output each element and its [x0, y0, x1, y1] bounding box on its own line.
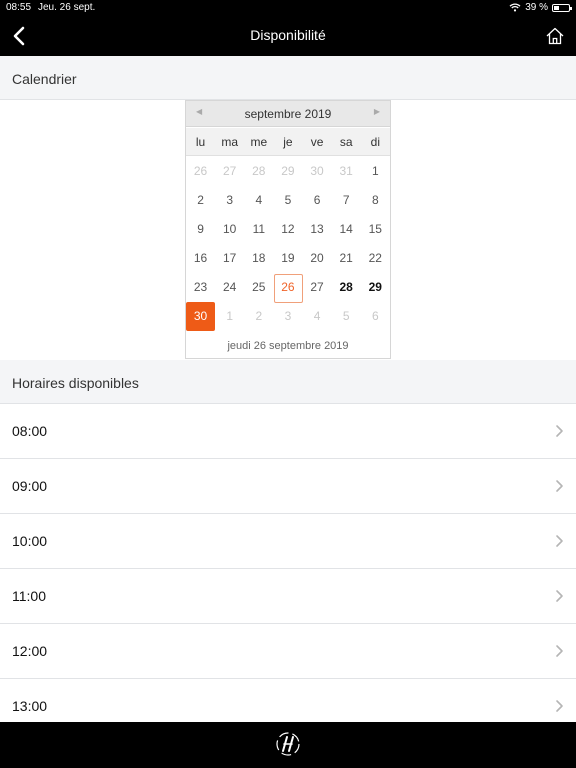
calendar-day[interactable]: 23	[186, 273, 215, 302]
calendar-day[interactable]: 14	[332, 215, 361, 244]
time-slot-row[interactable]: 08:00	[0, 404, 576, 459]
calendar-day[interactable]: 24	[215, 273, 244, 302]
calendar-day[interactable]: 22	[361, 244, 390, 273]
chevron-right-icon	[556, 425, 563, 437]
calendar-day[interactable]: 31	[332, 157, 361, 186]
chevron-right-icon	[556, 480, 563, 492]
calendar-day[interactable]: 29	[273, 157, 302, 186]
calendar-week-row: 2345678	[186, 186, 390, 215]
calendar-day[interactable]: 28	[244, 157, 273, 186]
calendar-day[interactable]: 6	[361, 302, 390, 331]
calendar-day[interactable]: 18	[244, 244, 273, 273]
calendar-day[interactable]: 3	[273, 302, 302, 331]
calendar-day[interactable]: 2	[186, 186, 215, 215]
calendar-day[interactable]: 27	[215, 157, 244, 186]
status-bar: 08:55 Jeu. 26 sept. 39 %	[0, 0, 576, 16]
brand-logo-icon	[276, 732, 300, 756]
chevron-right-icon	[556, 535, 563, 547]
calendar-day[interactable]: 5	[273, 186, 302, 215]
weekday-header: lu ma me je ve sa di	[186, 128, 390, 156]
calendar-day[interactable]: 4	[244, 186, 273, 215]
time-slot-label: 08:00	[12, 423, 48, 439]
weekday-label: lu	[195, 135, 206, 149]
battery-percent: 39 %	[525, 2, 548, 13]
calendar-day[interactable]: 16	[186, 244, 215, 273]
calendar-day[interactable]: 7	[332, 186, 361, 215]
calendar-day[interactable]: 6	[303, 186, 332, 215]
time-slot-label: 12:00	[12, 643, 48, 659]
calendar-day[interactable]: 9	[186, 215, 215, 244]
weekday-label: di	[370, 135, 380, 149]
status-date: Jeu. 26 sept.	[38, 2, 96, 13]
calendar-week-row: 30 1 2 3 4 5 6	[186, 302, 390, 331]
weekday-label: me	[250, 135, 268, 149]
page-title: Disponibilité	[250, 27, 326, 43]
calendar-widget: ◀ septembre 2019 ▶ lu ma me je ve sa di 26 27 28…	[185, 100, 391, 359]
time-slot-label: 09:00	[12, 478, 48, 494]
bottom-bar	[0, 722, 576, 768]
calendar-header: ◀ septembre 2019 ▶	[186, 101, 390, 127]
home-icon[interactable]	[544, 25, 566, 47]
calendar-day[interactable]: 2	[244, 302, 273, 331]
chevron-right-icon	[556, 590, 563, 602]
calendar-day[interactable]: 29	[361, 273, 390, 302]
time-slot-row[interactable]: 09:00	[0, 459, 576, 514]
weekday-label: ve	[310, 135, 324, 149]
weekday-label: sa	[339, 135, 353, 149]
status-indicators: 39 %	[509, 2, 572, 13]
calendar-day[interactable]: 4	[303, 302, 332, 331]
time-slot-row[interactable]: 11:00	[0, 569, 576, 624]
calendar-day[interactable]: 19	[273, 244, 302, 273]
calendar-month-label: septembre 2019	[244, 107, 332, 121]
calendar-day[interactable]: 10	[215, 215, 244, 244]
calendar-week-row: 9 10 11 12 13 14 15	[186, 215, 390, 244]
chevron-right-icon	[556, 700, 563, 712]
calendar-day[interactable]: 25	[244, 273, 273, 302]
navigation-bar: Disponibilité	[0, 16, 576, 56]
calendar-day-today[interactable]: 26	[273, 273, 304, 303]
calendar-day[interactable]: 1	[215, 302, 244, 331]
calendar-day[interactable]: 28	[332, 273, 361, 302]
calendar-day[interactable]: 27	[303, 273, 332, 302]
time-slot-label: 10:00	[12, 533, 48, 549]
calendar-day[interactable]: 21	[332, 244, 361, 273]
time-slot-row[interactable]: 12:00	[0, 624, 576, 679]
wifi-icon	[509, 3, 521, 12]
time-slot-label: 13:00	[12, 698, 48, 714]
weekday-label: je	[283, 135, 293, 149]
calendar-area: ◀ septembre 2019 ▶ lu ma me je ve sa di 26 27 28…	[0, 100, 576, 360]
weekday-label: ma	[221, 135, 239, 149]
slots-section-header: Horaires disponibles	[0, 360, 576, 404]
time-slot-label: 11:00	[12, 588, 46, 604]
calendar-day[interactable]: 1	[361, 157, 390, 186]
slots-section-title: Horaires disponibles	[12, 375, 139, 391]
calendar-day[interactable]: 11	[244, 215, 273, 244]
calendar-section-header: Calendrier	[0, 56, 576, 100]
calendar-day[interactable]: 12	[273, 215, 302, 244]
calendar-week-row: 26 27 28 29 30 31 1	[186, 157, 390, 186]
calendar-day[interactable]: 13	[303, 215, 332, 244]
calendar-week-row: 16 17 18 19 20 21 22	[186, 244, 390, 273]
calendar-section-title: Calendrier	[12, 71, 77, 87]
battery-icon	[552, 3, 572, 12]
calendar-week-row: 23 24 25 26 27 28 29	[186, 273, 390, 303]
calendar-day[interactable]: 8	[361, 186, 390, 215]
time-slot-row[interactable]: 10:00	[0, 514, 576, 569]
calendar-day[interactable]: 3	[215, 186, 244, 215]
calendar-day[interactable]: 15	[361, 215, 390, 244]
next-month-icon[interactable]: ▶	[374, 107, 380, 116]
calendar-day-selected[interactable]: 30	[186, 302, 216, 331]
calendar-day[interactable]: 17	[215, 244, 244, 273]
calendar-day[interactable]: 30	[303, 157, 332, 186]
calendar-days-grid: 26 27 28 29 30 31 1 2 3 4 5 6 7 8 9 10 11 12 13 14 15 16 17 18 1…	[186, 157, 390, 331]
calendar-day[interactable]: 26	[186, 157, 215, 186]
calendar-day[interactable]: 5	[332, 302, 361, 331]
calendar-selected-date: jeudi 26 septembre 2019	[227, 340, 349, 352]
status-time: 08:55	[6, 2, 32, 13]
chevron-right-icon	[556, 645, 563, 657]
calendar-day[interactable]: 20	[303, 244, 332, 273]
